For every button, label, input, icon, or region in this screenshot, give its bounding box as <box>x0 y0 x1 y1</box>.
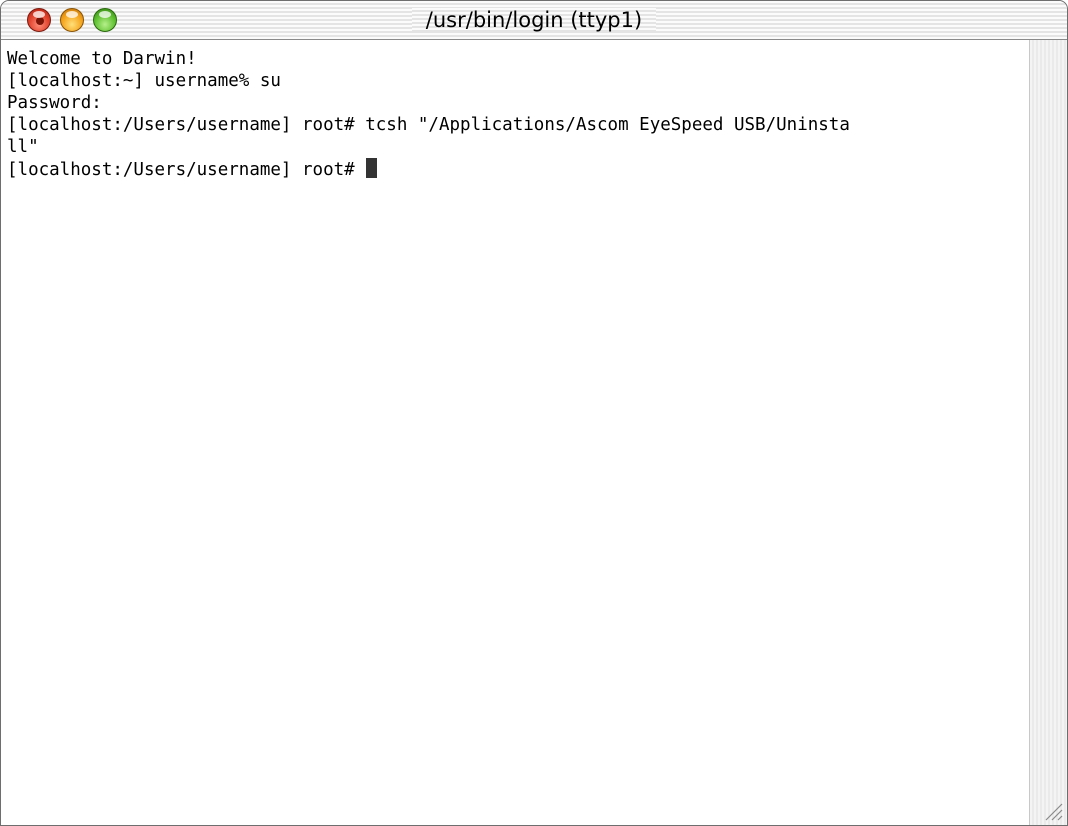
text-cursor <box>366 158 378 178</box>
terminal-line: [localhost:~] username% su <box>7 71 281 91</box>
terminal-prompt: [localhost:/Users/username] root# <box>7 160 366 180</box>
zoom-button[interactable] <box>93 8 117 32</box>
close-button[interactable] <box>27 8 51 32</box>
window-title: /usr/bin/login (ttyp1) <box>411 8 657 32</box>
terminal-prompt-line: [localhost:/Users/username] root# <box>7 158 1029 180</box>
terminal-line: Welcome to Darwin! <box>7 49 197 69</box>
terminal-line: ll" <box>7 137 39 157</box>
terminal-output[interactable]: Welcome to Darwin! [localhost:~] usernam… <box>1 40 1029 825</box>
close-icon <box>36 17 44 25</box>
terminal-line: [localhost:/Users/username] root# tcsh "… <box>7 115 850 135</box>
terminal-line: Password: <box>7 93 102 113</box>
resize-grip-icon[interactable] <box>1041 799 1063 821</box>
terminal-window: /usr/bin/login (ttyp1) Welcome to Darwin… <box>0 0 1068 826</box>
vertical-scrollbar[interactable] <box>1029 40 1067 825</box>
window-title-container: /usr/bin/login (ttyp1) <box>1 1 1067 39</box>
title-bar[interactable]: /usr/bin/login (ttyp1) <box>1 1 1067 40</box>
minimize-button[interactable] <box>60 8 84 32</box>
